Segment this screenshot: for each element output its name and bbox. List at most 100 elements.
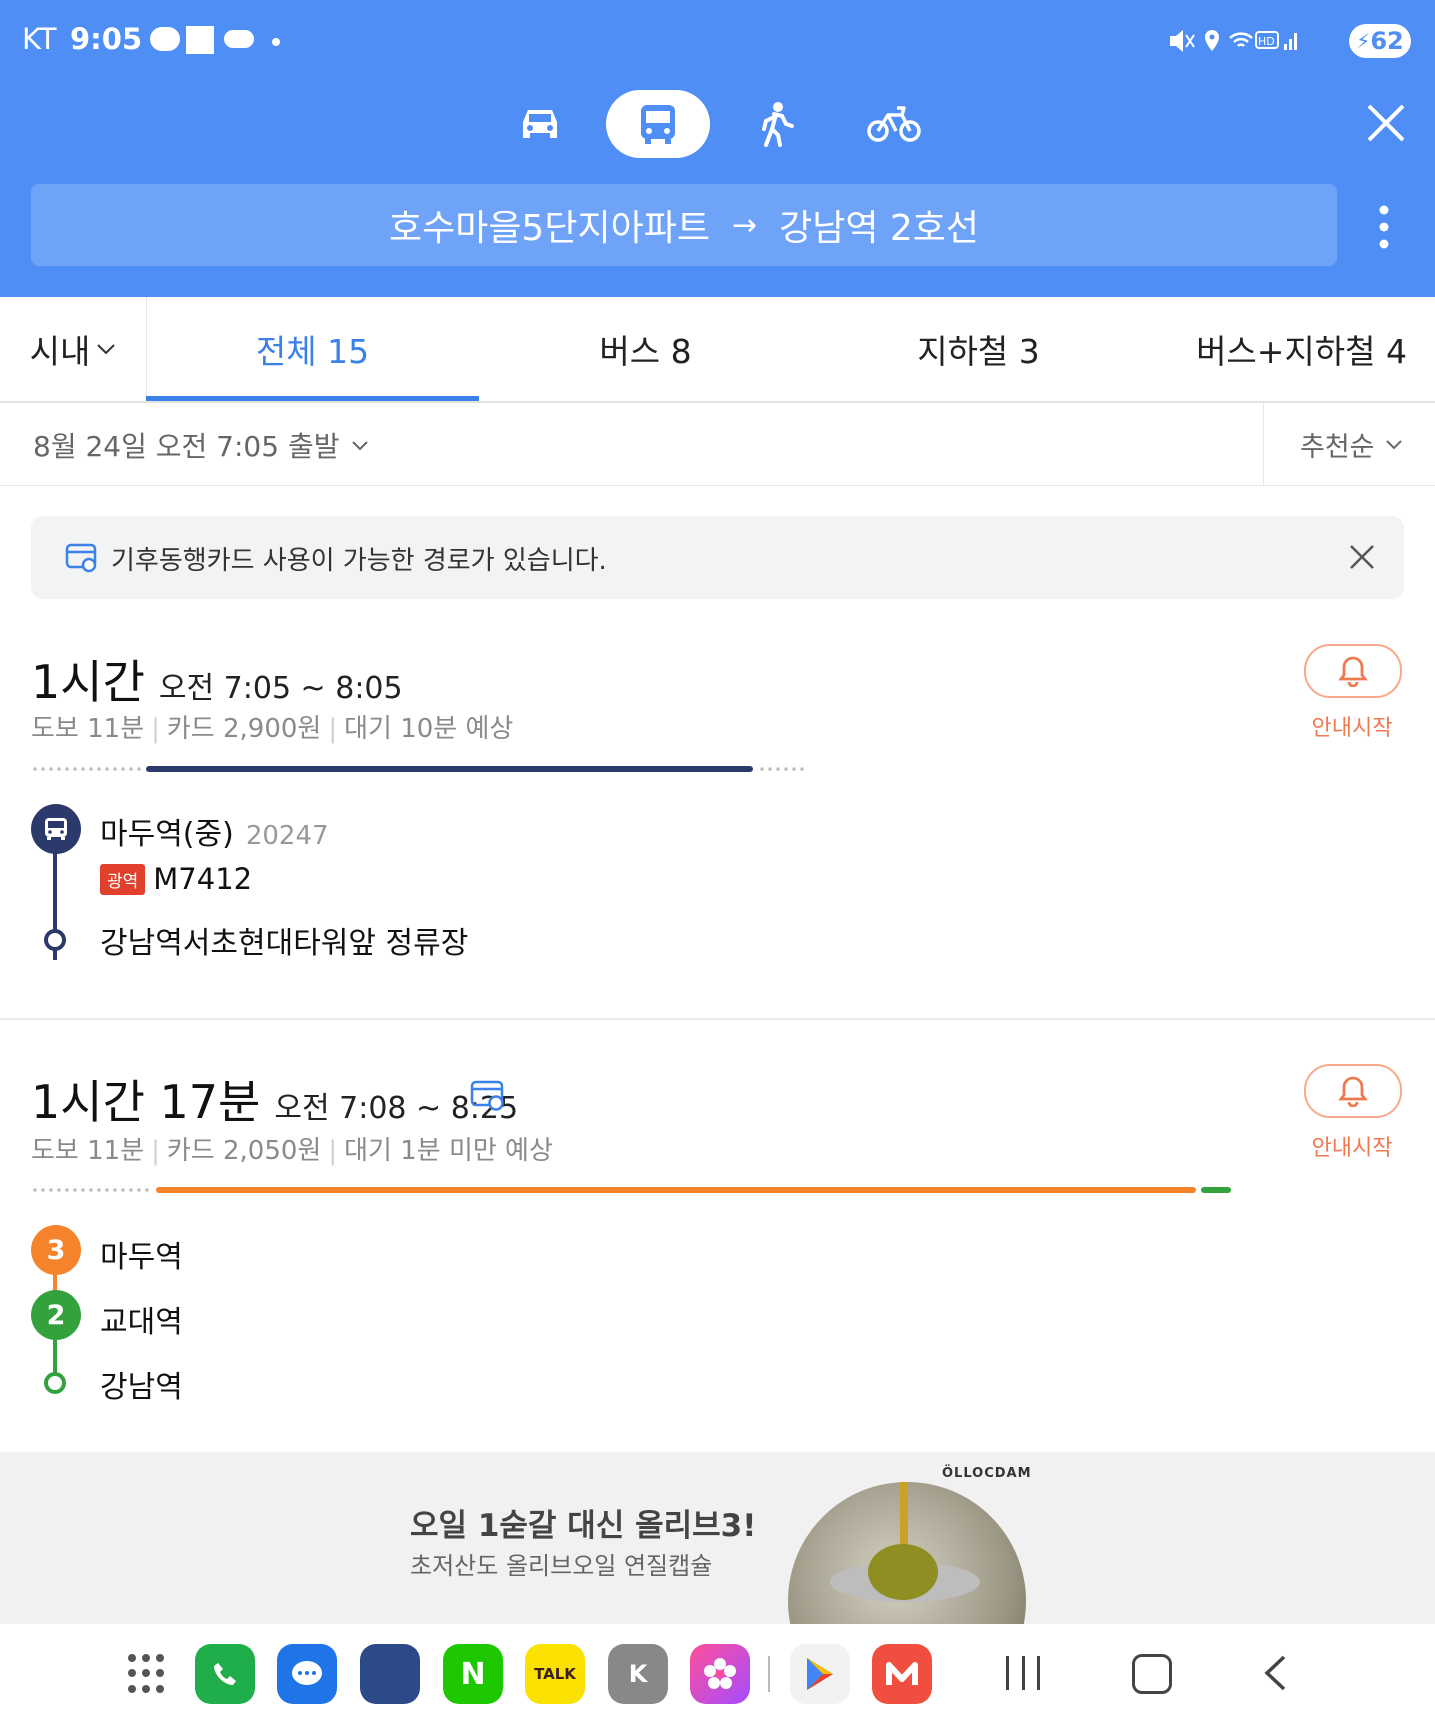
route-card[interactable]: 1시간 17분 오전 7:08 ~ 8:25 도보 11분 | 카드 2,050원 |… [0,1060,1435,1452]
battery-level: 62 [1370,27,1404,55]
separator: | [328,1136,338,1166]
walk-segment [31,1188,151,1192]
oil-capsule [868,1544,938,1600]
bus-line-number: M7412 [153,862,253,896]
climate-card-icon [470,1080,504,1111]
stop-name: 마두역(중) [100,817,234,852]
bike-icon [867,106,921,142]
svg-text:HD: HD [1258,35,1275,48]
divider [0,1018,1435,1020]
route-duration: 1시간 [31,655,145,709]
stop-name: 마두역 [100,1240,183,1275]
ad-subtext: 초저산도 올리브오일 연질캡슐 [410,1552,713,1580]
back-button[interactable] [1262,1654,1288,1696]
tab-bus[interactable]: 버스 8 [479,297,812,401]
bus-icon [45,818,67,840]
guide-start-button[interactable] [1304,1064,1402,1118]
close-button[interactable] [1366,103,1406,143]
chat-bubble-glyph [292,1661,322,1685]
advertisement-banner[interactable]: 오일 1숟갈 대신 올리브3! 초저산도 올리브오일 연질캡슐 ÖLLOCDAM [0,1452,1435,1624]
kakaotalk-icon[interactable]: TALK [525,1644,585,1704]
notice-text: 기후동행카드 사용이 가능한 경로가 있습니다. [111,546,607,576]
active-tab-indicator [146,396,479,401]
oil-drip [900,1482,908,1552]
walk-segment [31,767,141,771]
region-dropdown[interactable]: 시내 [0,297,147,401]
mode-bus-button[interactable] [606,90,710,158]
back-icon [1264,1655,1286,1691]
route-fare: 카드 2,050원 [166,1136,322,1166]
kebab-icon [1379,205,1389,249]
guide-start-button[interactable] [1304,644,1402,698]
express-badge: 광역 [100,863,146,895]
phone-icon[interactable] [195,1644,255,1704]
system-dock: N TALK K [0,1624,1435,1723]
charging-icon: ⚡ [1356,29,1371,53]
route-meta: 도보 11분 | 카드 2,900원 | 대기 10분 예상 [31,708,513,745]
bus-segment [146,766,753,772]
mode-bike-button[interactable] [842,90,946,158]
battery-indicator: ⚡ 62 [1349,24,1411,58]
ad-headline: 오일 1숟갈 대신 올리브3! [410,1508,757,1544]
status-time: 9:05 [70,22,143,56]
subway-line-2-marker: 2 [31,1290,81,1340]
notice-close-button[interactable] [1349,544,1375,570]
stop-name: 강남역 [100,1370,183,1405]
k-app-icon[interactable]: K [608,1644,668,1704]
line3-segment [156,1187,1196,1193]
apps-grid-icon[interactable] [128,1654,168,1694]
more-options-button[interactable] [1378,204,1390,250]
app-notification-icon [186,26,214,54]
mode-car-button[interactable] [488,90,592,158]
walk-icon [762,102,794,147]
route-arrow: → [731,207,758,243]
sort-label: 추천순 [1300,432,1375,463]
tab-subway[interactable]: 지하철 3 [812,297,1145,401]
stop-name: 교대역 [100,1305,183,1340]
recents-button[interactable] [1006,1656,1040,1692]
line2-segment [1201,1187,1231,1193]
close-icon [1367,104,1405,142]
ad-brand: ÖLLOCDAM [942,1466,1032,1481]
home-button[interactable] [1132,1654,1172,1694]
m-glyph [886,1662,918,1685]
walk-segment [758,767,804,771]
route-duration: 1시간 17분 [31,1075,261,1129]
naver-icon[interactable]: N [443,1644,503,1704]
messages-icon[interactable] [277,1644,337,1704]
sort-selector[interactable]: 추천순 [1300,425,1403,464]
route-walk: 도보 11분 [31,1136,145,1166]
separator: | [151,714,160,744]
route-fare: 카드 2,900원 [166,714,322,744]
subway-line-3-marker: 3 [31,1225,81,1275]
divider [1263,403,1264,485]
route-origin: 호수마을5단지아파트 [388,208,710,249]
guide-start-label: 안내시작 [1311,716,1393,741]
bus-icon [641,105,675,144]
separator: | [151,1136,160,1166]
climate-card-icon [65,543,97,573]
guide-start-label: 안내시작 [1311,1136,1393,1161]
destination-marker [44,929,66,951]
departure-time-label: 8월 24일 오전 7:05 출발 [33,430,340,463]
car-icon [523,110,557,138]
route-summary-bar[interactable]: 호수마을5단지아파트 → 강남역 2호선 [31,184,1337,266]
tab-all[interactable]: 전체 15 [146,297,479,401]
gallery-icon[interactable] [690,1644,750,1704]
tab-bus-subway[interactable]: 버스+지하철 4 [1145,297,1435,401]
route-card[interactable]: 1시간 오전 7:05 ~ 8:05 도보 11분 | 카드 2,900원 | 대기 1… [0,640,1435,1018]
route-meta: 도보 11분 | 카드 2,050원 | 대기 1분 미만 예상 [31,1130,553,1167]
m-app-icon[interactable] [872,1644,932,1704]
departure-time-selector[interactable]: 8월 24일 오전 7:05 출발 [33,425,369,465]
play-glyph [807,1658,833,1690]
route-wait: 대기 10분 예상 [344,714,514,744]
route-time-range: 오전 7:05 ~ 8:05 [158,671,403,706]
flower-glyph [704,1658,736,1689]
play-store-icon[interactable] [790,1644,850,1704]
school-app-icon[interactable] [360,1644,420,1704]
mode-walk-button[interactable] [724,90,828,158]
filter-bar: 8월 24일 오전 7:05 출발 추천순 [0,403,1435,486]
app-header: KT 9:05 HD ⚡ 62 호수마을5단지아파트 → 강남역 2호선 [0,0,1435,297]
bell-icon [1338,656,1368,687]
status-carrier: KT [22,22,57,56]
